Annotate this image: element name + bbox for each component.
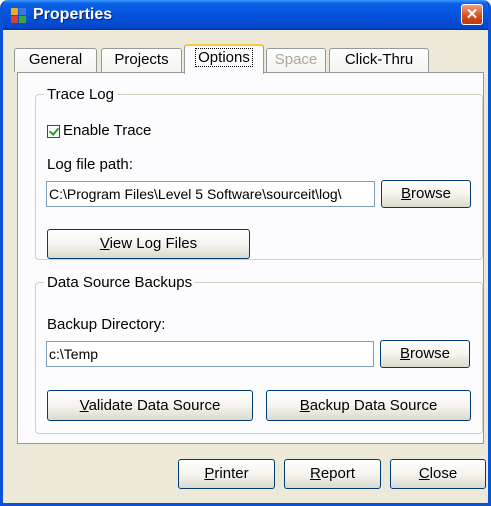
backup-data-source-button[interactable]: Backup Data Source — [266, 390, 471, 421]
enable-trace-checkbox[interactable] — [47, 125, 60, 138]
close-mnemonic: C — [418, 465, 430, 482]
window-title: Properties — [33, 6, 113, 23]
tab-click-thru[interactable]: Click-Thru — [329, 48, 429, 72]
backup-browse-mnemonic: B — [399, 345, 410, 362]
printer-label: rinter — [214, 465, 249, 482]
backup-directory-input[interactable]: c:\Temp — [46, 341, 374, 367]
printer-mnemonic: P — [204, 465, 215, 482]
tab-options[interactable]: Options — [184, 44, 264, 74]
tab-options-label: Options — [195, 48, 253, 67]
report-button[interactable]: Report — [284, 459, 381, 489]
close-window-button[interactable]: ✕ — [461, 4, 483, 25]
options-panel: Trace Log Enable Trace Log file path: C:… — [17, 72, 484, 444]
view-logs-label: iew Log Files — [109, 235, 198, 252]
log-path-input[interactable]: C:\Program Files\Level 5 Software\source… — [46, 181, 375, 207]
log-browse-label: rowse — [411, 185, 452, 202]
enable-trace-label[interactable]: Enable Trace — [63, 122, 151, 139]
view-log-files-button[interactable]: View Log Files — [47, 229, 250, 259]
log-browse-button[interactable]: Browse — [381, 180, 471, 208]
validate-data-source-button[interactable]: Validate Data Source — [47, 390, 253, 421]
report-label: eport — [320, 465, 356, 482]
app-icon — [11, 8, 26, 23]
validate-mnemonic: V — [79, 397, 89, 414]
backup-browse-button[interactable]: Browse — [380, 340, 470, 368]
log-browse-mnemonic: B — [400, 185, 411, 202]
backup-mnemonic: B — [299, 397, 310, 414]
close-button[interactable]: Close — [390, 459, 486, 489]
report-mnemonic: R — [309, 465, 321, 482]
view-logs-mnemonic: V — [99, 235, 110, 252]
log-path-label: Log file path: — [47, 156, 133, 173]
tab-projects[interactable]: Projects — [101, 48, 182, 72]
backups-legend: Data Source Backups — [47, 274, 193, 291]
title-bar[interactable]: Properties ✕ — [3, 0, 488, 30]
backup-browse-label: rowse — [410, 345, 451, 362]
backup-label: ackup Data Source — [309, 397, 438, 414]
tab-general[interactable]: General — [14, 48, 97, 72]
close-label: lose — [429, 465, 458, 482]
properties-dialog: Properties ✕ General Projects Options Sp… — [0, 0, 491, 506]
validate-label: alidate Data Source — [88, 397, 221, 414]
printer-button[interactable]: Printer — [178, 459, 275, 489]
tab-space: Space — [266, 48, 326, 72]
backup-directory-label: Backup Directory: — [47, 316, 166, 333]
trace-log-legend: Trace Log — [47, 86, 114, 103]
